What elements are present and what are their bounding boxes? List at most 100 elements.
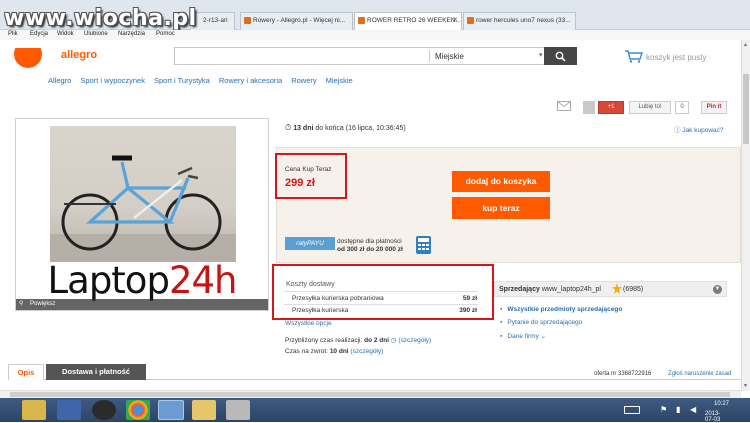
- search-input[interactable]: [177, 50, 425, 62]
- paint-icon[interactable]: [226, 400, 250, 420]
- tab-delivery-payment[interactable]: Dostawa i płatność: [46, 364, 146, 380]
- breadcrumb-item[interactable]: Miejskie: [326, 76, 353, 85]
- tab-1-label: 2-r13-ari: [203, 17, 228, 24]
- like-button[interactable]: Lubię to!: [629, 101, 671, 114]
- zoom-bar[interactable]: ⚲ Powiększ: [16, 299, 268, 310]
- breadcrumb-item[interactable]: Sport i wypoczynek: [80, 76, 145, 85]
- raty-payu-logo: ratyPAYU: [285, 237, 335, 250]
- company-data-link[interactable]: Dane firmy ⌄: [500, 332, 546, 340]
- seller-name[interactable]: www_laptop24h_pl: [542, 286, 601, 293]
- buy-now-button[interactable]: kup teraz: [452, 197, 550, 219]
- gplus-button[interactable]: +1: [598, 101, 624, 114]
- email-icon[interactable]: [555, 101, 573, 114]
- how-to-buy-link[interactable]: ⓘ Jak kupować?: [674, 124, 724, 134]
- tab-3-label: ROWER RETRO 26 WEEKEN...: [367, 17, 461, 24]
- offer-number: oferta nr 3368722916: [594, 371, 652, 377]
- search-button[interactable]: [544, 47, 577, 65]
- add-to-cart-button[interactable]: dodaj do koszyka: [452, 171, 550, 192]
- payment-info: dostępne dla płatności od 300 zł do 20 0…: [337, 238, 403, 254]
- payment-info-line2: od 300 zł do 20 000 zł: [337, 246, 403, 253]
- favicon-icon: [467, 17, 474, 24]
- flag-icon[interactable]: ⚑: [660, 405, 667, 414]
- seller-bar[interactable]: Sprzedający www_laptop24h_pl (6985) ▼: [494, 281, 727, 297]
- breadcrumb-item[interactable]: Sport i Turystyka: [154, 76, 210, 85]
- price-label: Cena Kup Teraz: [285, 166, 332, 173]
- pinterest-button[interactable]: Pin it: [701, 101, 727, 114]
- menu-favorites[interactable]: Ulubione: [84, 31, 108, 37]
- clock-date[interactable]: 2013-07-03: [705, 411, 720, 423]
- end-time: do końca (16 lipca, 10:36:45): [315, 125, 406, 132]
- cart-icon[interactable]: [624, 49, 643, 63]
- delivery-option-name: Przesyłka kurierska pobraniowa: [292, 295, 384, 302]
- seller-info: Sprzedający www_laptop24h_pl: [499, 286, 601, 293]
- delivery-option-name: Przesyłka kurierska: [292, 307, 349, 314]
- all-delivery-options-link[interactable]: Wszystkie opcje: [285, 320, 332, 327]
- realization-value: do 2 dni: [364, 337, 390, 344]
- network-icon[interactable]: ▮: [676, 405, 680, 414]
- divider: [284, 304, 478, 305]
- highlight-price-box: [275, 153, 347, 199]
- scroll-thumb[interactable]: [10, 392, 730, 397]
- details-link[interactable]: (szczegóły): [350, 348, 383, 355]
- scroll-up-icon[interactable]: ▲: [743, 42, 748, 48]
- seller-label: Sprzedający: [499, 286, 540, 293]
- windows-start-icon[interactable]: [22, 400, 46, 420]
- tab-4-label: rower hercules uno7 nexus (33...: [476, 17, 571, 24]
- search-icon: [555, 51, 566, 62]
- favicon-icon: [244, 17, 251, 24]
- company-data-label: Dane firmy: [507, 333, 539, 340]
- close-tab-icon[interactable]: ✕: [452, 13, 458, 29]
- vertical-scrollbar[interactable]: ▲ ▼: [741, 40, 750, 391]
- internet-explorer-icon[interactable]: [158, 400, 184, 420]
- price-value: 299 zł: [285, 177, 315, 189]
- chevron-down-icon[interactable]: ▾: [539, 51, 543, 59]
- ask-seller-link[interactable]: Pytanie do sprzedającego: [500, 319, 582, 326]
- menu-edit[interactable]: Edycja: [30, 31, 48, 37]
- delivery-title: Koszty dostawy: [286, 281, 335, 288]
- menu-tools[interactable]: Narzędzia: [118, 31, 145, 37]
- tab-3[interactable]: ROWER RETRO 26 WEEKEN... ✕: [354, 12, 462, 30]
- help-app-icon[interactable]: [57, 400, 81, 420]
- breadcrumb-item[interactable]: Rowery i akcesoria: [219, 76, 282, 85]
- media-player-icon[interactable]: [92, 400, 116, 420]
- how-to-buy-label: Jak kupować?: [682, 127, 724, 134]
- product-photo[interactable]: [50, 126, 236, 262]
- horizontal-scrollbar[interactable]: [0, 390, 741, 398]
- details-link[interactable]: (szczegóły): [398, 337, 431, 344]
- tab-description[interactable]: Opis: [8, 364, 44, 380]
- tab-2[interactable]: Rowery - Allegro.pl - Więcej ni...: [240, 12, 353, 30]
- gadu-icon[interactable]: [583, 101, 595, 114]
- allegro-logo-icon[interactable]: [14, 48, 42, 68]
- days-left: 13 dni: [293, 125, 314, 132]
- star-icon: [612, 283, 622, 294]
- seller-all-items-link[interactable]: Wszystkie przedmioty sprzedającego: [500, 306, 622, 313]
- seller-rating[interactable]: (6985): [623, 286, 643, 293]
- search-bar: Miejskie ▾: [174, 47, 577, 65]
- breadcrumb-item[interactable]: Allegro: [48, 76, 71, 85]
- product-gallery[interactable]: Laptop24h ⚲ Powiększ: [15, 118, 269, 311]
- clock-icon: ⏱: [285, 123, 292, 132]
- menu-help[interactable]: Pomoc: [156, 31, 175, 37]
- zoom-label[interactable]: Powiększ: [30, 301, 55, 307]
- keyboard-icon[interactable]: [624, 406, 640, 414]
- category-select[interactable]: Miejskie: [435, 52, 464, 61]
- cart-label[interactable]: koszyk jest pusty: [646, 53, 706, 62]
- scroll-down-icon[interactable]: ▼: [743, 383, 748, 389]
- zoom-icon: ⚲: [19, 301, 24, 307]
- menu-file[interactable]: Plik: [8, 31, 18, 37]
- tab-4[interactable]: rower hercules uno7 nexus (33...: [463, 12, 576, 30]
- allegro-brand[interactable]: allegro: [61, 49, 97, 61]
- clock-time[interactable]: 10:27: [714, 401, 729, 407]
- breadcrumb-item[interactable]: Rowery: [291, 76, 316, 85]
- realization-label: Przybliżony czas realizacji:: [285, 337, 363, 344]
- chevron-down-icon[interactable]: ▼: [713, 285, 722, 294]
- volume-icon[interactable]: ◀: [690, 405, 696, 414]
- scroll-thumb[interactable]: [743, 74, 749, 144]
- menu-view[interactable]: Widok: [57, 31, 74, 37]
- report-link[interactable]: Zgłoś naruszenie zasad: [668, 371, 731, 377]
- return-label: Czas na zwrot:: [285, 348, 328, 355]
- chrome-icon[interactable]: [126, 400, 150, 420]
- calculator-icon[interactable]: [416, 236, 431, 254]
- file-explorer-icon[interactable]: [192, 400, 216, 420]
- divider: [429, 50, 430, 62]
